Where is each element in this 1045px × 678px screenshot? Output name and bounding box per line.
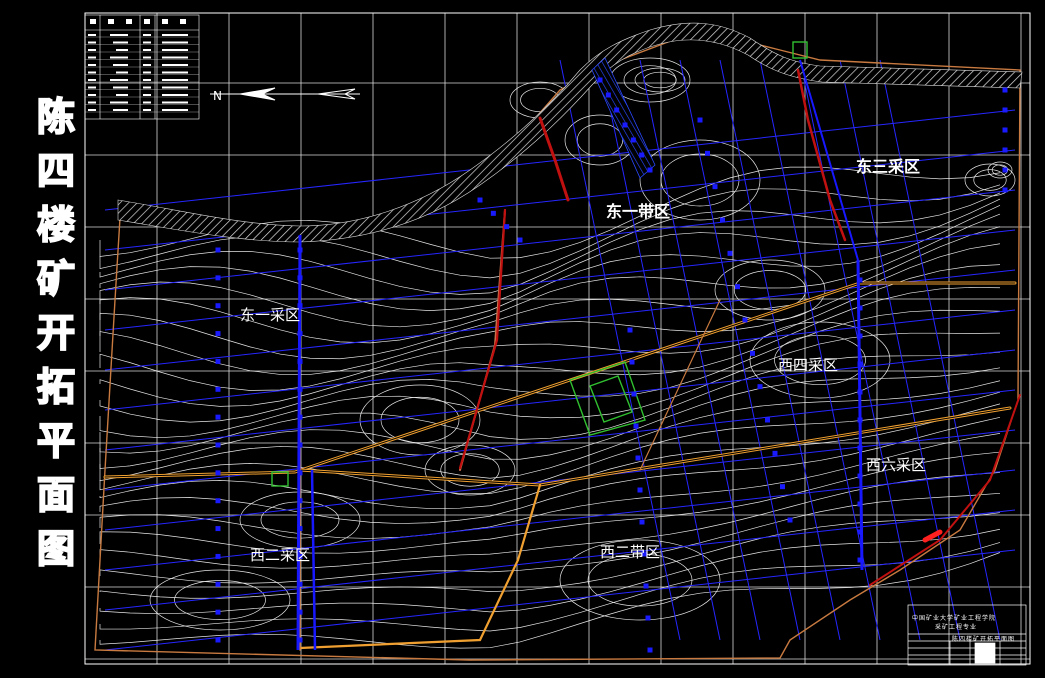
title-char: 矿 [36,256,76,302]
title-char: 四 [36,148,76,194]
title-char: 面 [36,472,76,518]
zone-label-east-one-belt[interactable]: 东一带区 [606,198,670,222]
zone-label-east-one-mining[interactable]: 东一采区 [240,304,300,325]
title-char: 拓 [36,364,76,410]
title-char: 平 [36,418,76,464]
title-char: 楼 [36,202,76,248]
cad-drawing-canvas[interactable]: N [0,0,1045,678]
title-block-line2: 采矿工程专业 [935,624,978,631]
zone-label-west-four-mining[interactable]: 西四采区 [778,354,838,375]
drawing-title-vertical: 陈 四 楼 矿 开 拓 平 面 图 [30,90,82,576]
hatched-boundary-band [117,22,1023,243]
contour-lines [99,57,1016,649]
north-arrow: N [210,87,360,103]
zone-label-east-three-mining[interactable]: 东三采区 [856,153,920,177]
legend-rows [85,19,199,113]
zone-label-west-two-belt[interactable]: 西二带区 [600,541,660,562]
title-char: 陈 [36,94,76,140]
title-char: 图 [36,526,76,572]
blue-drift-lines [104,59,1016,651]
title-char: 开 [36,310,76,356]
surface-pits [271,41,808,487]
zone-label-west-six-mining[interactable]: 西六采区 [866,454,926,475]
zone-label-west-two-mining[interactable]: 西二采区 [250,544,310,565]
title-block-drawing-name: 陈四楼矿开拓平面图 [952,636,1016,643]
fault-lines [458,68,1021,586]
title-block-line1: 中国矿业大学矿业工程学院 [912,615,997,622]
svg-text:N: N [213,89,222,103]
